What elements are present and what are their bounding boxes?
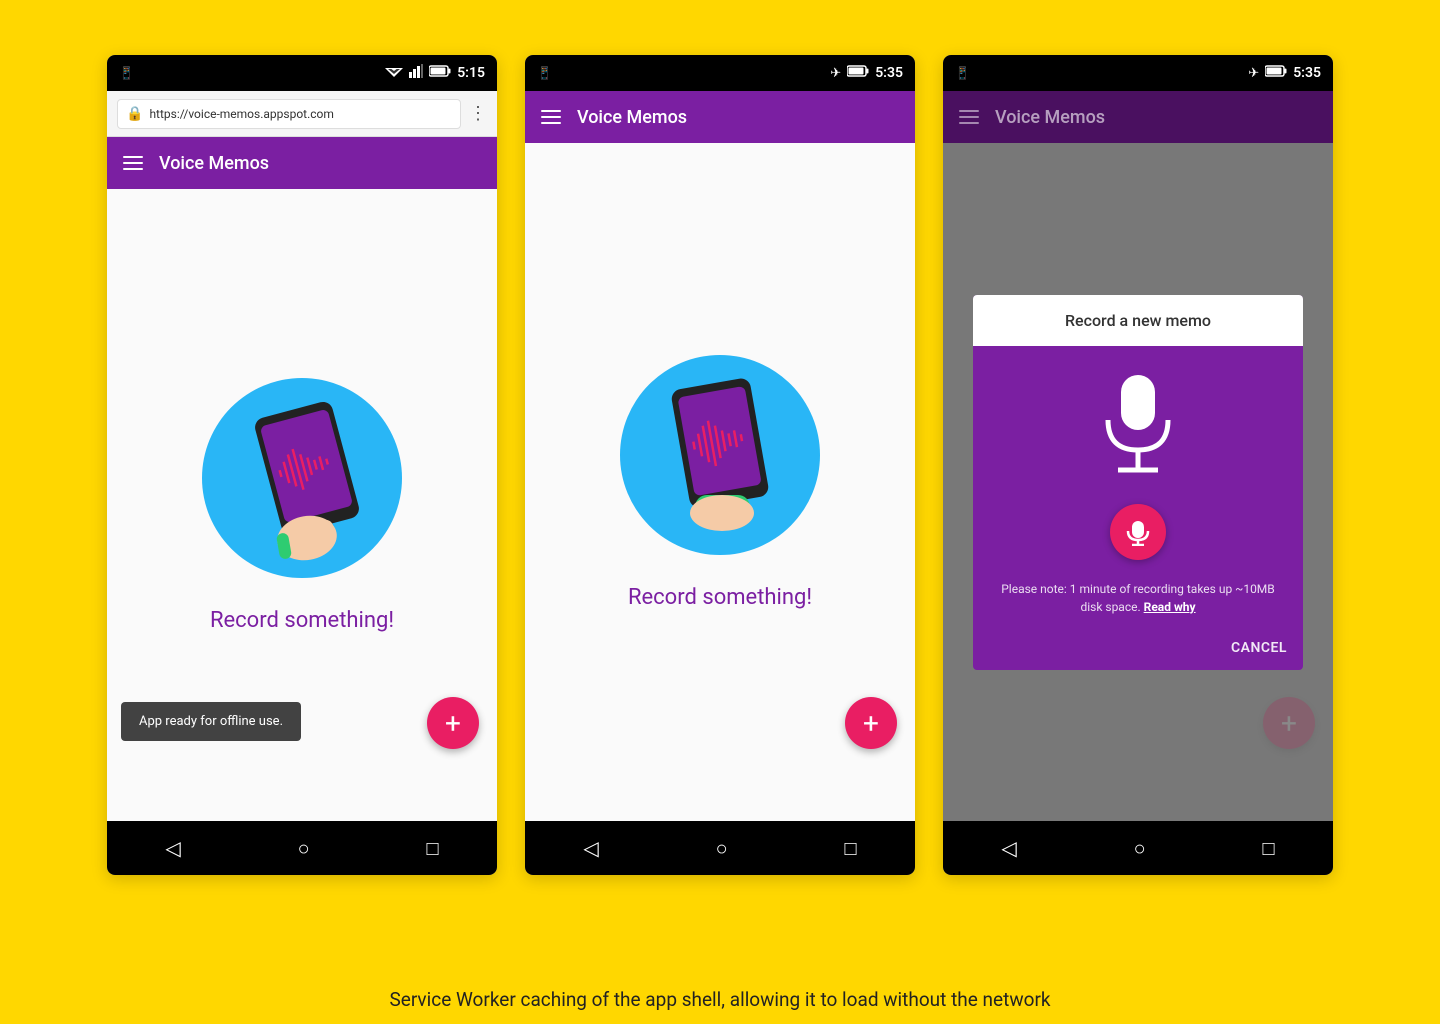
hamburger-3[interactable] [959, 110, 979, 124]
fab-2-icon: + [863, 707, 879, 740]
caption: Service Worker caching of the app shell,… [0, 965, 1440, 1024]
read-why-link[interactable]: Read why [1144, 600, 1196, 614]
phone1-battery-icon [429, 65, 451, 81]
recent-btn-2[interactable]: □ [844, 836, 856, 861]
phone1-status-left: 📱 [119, 66, 134, 80]
app-title-3: Voice Memos [995, 107, 1105, 128]
phone3-battery-icon [1265, 65, 1287, 81]
phone-3: 📱 ✈ 5:35 Voice Memos Record a [943, 55, 1333, 875]
back-btn-1[interactable]: ◁ [165, 836, 180, 860]
record-dialog: Record a new memo [973, 295, 1303, 670]
fab-1-icon: + [445, 707, 461, 740]
recent-btn-1[interactable]: □ [426, 836, 438, 861]
dialog-note-text: Please note: 1 minute of recording takes… [1001, 582, 1275, 614]
phone2-battery-icon [847, 65, 869, 81]
snackbar-text: App ready for offline use. [139, 714, 283, 729]
phone1-wifi-icon [385, 64, 403, 82]
back-btn-2[interactable]: ◁ [583, 836, 598, 860]
phone-body-3: Record a new memo [943, 143, 1333, 821]
fab-2[interactable]: + [845, 697, 897, 749]
phone-1: 📱 5:15 [107, 55, 497, 875]
record-label-1: Record something! [210, 608, 394, 633]
status-bar-1: 📱 5:15 [107, 55, 497, 91]
app-title-2: Voice Memos [577, 107, 687, 128]
dialog-note: Please note: 1 minute of recording takes… [993, 580, 1283, 616]
phone2-airplane-icon: ✈ [830, 66, 841, 81]
app-title-1: Voice Memos [159, 153, 269, 174]
app-toolbar-2: Voice Memos [525, 91, 915, 143]
url-box[interactable]: 🔒 https://voice-memos.appspot.com [117, 99, 461, 129]
lock-icon: 🔒 [126, 106, 143, 122]
phone-body-2: Record something! + [525, 143, 915, 821]
snackbar: App ready for offline use. [121, 702, 301, 741]
phone-body-1: Record something! App ready for offline … [107, 189, 497, 821]
record-button[interactable] [1110, 504, 1166, 560]
dialog-body: Please note: 1 minute of recording takes… [973, 346, 1303, 632]
phone1-time: 5:15 [457, 65, 485, 81]
phone3-airplane-icon: ✈ [1248, 66, 1259, 81]
bottom-nav-3: ◁ ○ □ [943, 821, 1333, 875]
illustration-2 [620, 355, 820, 555]
status-bar-3: 📱 ✈ 5:35 [943, 55, 1333, 91]
caption-text: Service Worker caching of the app shell,… [389, 988, 1050, 1011]
home-btn-1[interactable]: ○ [298, 836, 310, 861]
hamburger-2[interactable] [541, 110, 561, 124]
bottom-nav-1: ◁ ○ □ [107, 821, 497, 875]
dialog-actions: CANCEL [973, 632, 1303, 670]
dialog-overlay: Record a new memo [943, 143, 1333, 821]
home-btn-3[interactable]: ○ [1134, 836, 1146, 861]
phone1-signal-icon [409, 64, 423, 82]
phone3-time: 5:35 [1293, 65, 1321, 81]
phone2-time: 5:35 [875, 65, 903, 81]
illustration-1 [202, 378, 402, 578]
phone-2: 📱 ✈ 5:35 Voice Memos [525, 55, 915, 875]
hamburger-1[interactable] [123, 156, 143, 170]
fab-1[interactable]: + [427, 697, 479, 749]
record-label-2: Record something! [628, 585, 812, 610]
home-btn-2[interactable]: ○ [716, 836, 728, 861]
bottom-nav-2: ◁ ○ □ [525, 821, 915, 875]
phone3-status-left: 📱 [955, 66, 970, 80]
more-icon[interactable]: ⋮ [469, 103, 487, 124]
dialog-title: Record a new memo [973, 295, 1303, 346]
cancel-button[interactable]: CANCEL [1231, 640, 1287, 656]
app-toolbar-1: Voice Memos [107, 137, 497, 189]
chrome-bar: 🔒 https://voice-memos.appspot.com ⋮ [107, 91, 497, 137]
mic-icon-large [1093, 370, 1183, 484]
app-toolbar-3: Voice Memos [943, 91, 1333, 143]
status-bar-2: 📱 ✈ 5:35 [525, 55, 915, 91]
url-text: https://voice-memos.appspot.com [149, 107, 333, 121]
phone2-status-left: 📱 [537, 66, 552, 80]
phones-container: 📱 5:15 [107, 55, 1333, 965]
back-btn-3[interactable]: ◁ [1001, 836, 1016, 860]
recent-btn-3[interactable]: □ [1262, 836, 1274, 861]
